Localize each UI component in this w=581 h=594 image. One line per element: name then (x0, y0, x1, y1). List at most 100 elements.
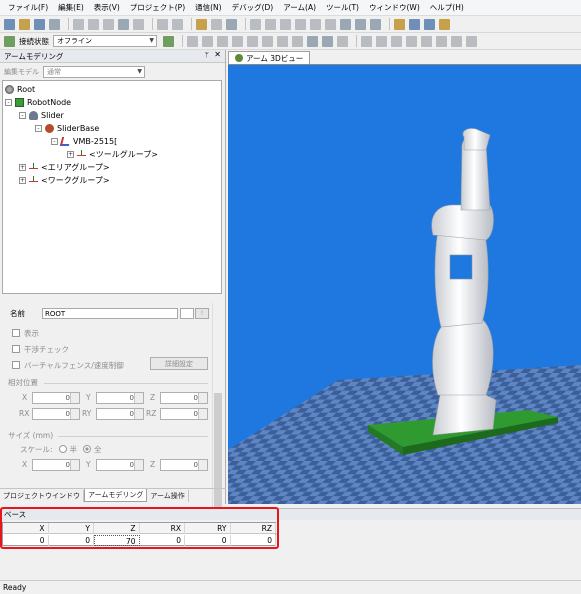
run-icon[interactable] (187, 35, 198, 47)
paste-icon[interactable] (103, 18, 114, 30)
view-e-icon[interactable] (421, 35, 432, 47)
view-a-icon[interactable] (361, 35, 372, 47)
connection-status-combo[interactable]: オフライン ▼ (53, 35, 157, 47)
menu-communication[interactable]: 通信(N) (195, 2, 221, 13)
close-icon[interactable]: ✕ (214, 50, 221, 59)
y-spinbox[interactable]: 0 (96, 392, 144, 404)
rx-spinbox[interactable]: 0 (32, 408, 80, 420)
virtual-fence-checkbox-row[interactable]: バーチャルフェンス/速度制御 (12, 359, 124, 371)
pin-icon[interactable]: ᛘ (205, 51, 209, 59)
show-checkbox[interactable] (12, 329, 20, 337)
size-y-spinbox[interactable]: 0 (96, 459, 144, 471)
step-over-icon[interactable] (262, 35, 273, 47)
new-file-icon[interactable] (4, 18, 15, 30)
x-spinbox[interactable]: 0 (32, 392, 80, 404)
tab-arm-operation[interactable]: アーム操作 (147, 490, 189, 502)
cell-y[interactable]: 0 (49, 535, 94, 546)
cut-icon[interactable] (73, 18, 84, 30)
copy-icon[interactable] (88, 18, 99, 30)
full-radio[interactable] (83, 445, 92, 453)
view-d-icon[interactable] (406, 35, 417, 47)
cell-rx[interactable]: 0 (140, 535, 185, 546)
view-g-icon[interactable] (451, 35, 462, 47)
reset-icon[interactable] (292, 35, 303, 47)
outdent-icon[interactable] (280, 18, 291, 30)
build-icon[interactable] (196, 18, 207, 30)
show-checkbox-row[interactable]: 表示 (12, 327, 39, 339)
rz-spinbox[interactable]: 0 (160, 408, 208, 420)
virtual-fence-checkbox[interactable] (12, 361, 20, 369)
view-c-icon[interactable] (391, 35, 402, 47)
tab-project-window[interactable]: プロジェクトウインドウ (0, 490, 84, 502)
view-h-icon[interactable] (466, 35, 477, 47)
tree-node-work-group[interactable]: + <ワークグループ> (19, 174, 110, 186)
interference-checkbox-row[interactable]: 干渉チェック (12, 343, 69, 355)
cell-ry[interactable]: 0 (185, 535, 231, 546)
find-icon[interactable] (133, 18, 144, 30)
menu-file[interactable]: ファイル(F) (8, 2, 48, 13)
compile-icon[interactable] (211, 18, 222, 30)
tree-node-area-group[interactable]: + <エリアグループ> (19, 161, 110, 173)
expand-icon[interactable]: + (19, 163, 26, 171)
delete-icon[interactable] (118, 18, 129, 30)
tool-b-icon[interactable] (439, 18, 450, 30)
name-field[interactable]: ROOT (42, 308, 178, 319)
step-into-icon[interactable] (247, 35, 258, 47)
cell-x[interactable]: 0 (3, 535, 49, 546)
option-button[interactable]: ! (195, 308, 209, 319)
align-right-icon[interactable] (310, 18, 321, 30)
menu-window[interactable]: ウィンドウ(W) (369, 2, 420, 13)
tree-node-tool-group[interactable]: + <ツールグループ> (67, 148, 158, 160)
step-out-icon[interactable] (277, 35, 288, 47)
view-f-icon[interactable] (436, 35, 447, 47)
size-z-spinbox[interactable]: 0 (160, 459, 208, 471)
indent-icon[interactable] (265, 18, 276, 30)
open-folder-icon[interactable] (19, 18, 30, 30)
pointer-icon[interactable] (322, 35, 333, 47)
tree-node-robotnode[interactable]: - RobotNode (5, 96, 71, 108)
menu-arm[interactable]: アーム(A) (283, 2, 316, 13)
tool-a-icon[interactable] (424, 18, 435, 30)
menu-help[interactable]: ヘルプ(H) (430, 2, 464, 13)
tab-arm-modeling[interactable]: アームモデリング (84, 489, 148, 502)
comment-icon[interactable] (250, 18, 261, 30)
align-left-icon[interactable] (295, 18, 306, 30)
undo-icon[interactable] (157, 18, 168, 30)
interference-checkbox[interactable] (12, 345, 20, 353)
expand-icon[interactable]: + (67, 150, 74, 158)
ry-spinbox[interactable]: 0 (96, 408, 144, 420)
step-icon[interactable] (202, 35, 213, 47)
bookmark-clear-icon[interactable] (370, 18, 381, 30)
view-b-icon[interactable] (376, 35, 387, 47)
tree-node-slider[interactable]: - Slider (19, 109, 64, 121)
collapse-icon[interactable]: - (35, 124, 42, 132)
tree-node-sliderbase[interactable]: - SliderBase (35, 122, 99, 134)
collapse-icon[interactable]: - (19, 111, 26, 119)
connect-icon[interactable] (163, 35, 174, 47)
menu-project[interactable]: プロジェクト(P) (130, 2, 185, 13)
menu-edit[interactable]: 編集(E) (58, 2, 84, 13)
jog-icon[interactable] (337, 35, 348, 47)
cell-rz[interactable]: 0 (231, 535, 276, 546)
edit-mode-combo[interactable]: 通常 ▼ (43, 65, 145, 78)
save-all-icon[interactable] (49, 18, 60, 30)
collapse-icon[interactable]: - (5, 98, 12, 106)
cell-z[interactable]: 70 (94, 535, 140, 546)
expand-icon[interactable]: + (19, 176, 26, 184)
robot-icon[interactable] (307, 35, 318, 47)
arm-3d-viewport[interactable] (228, 64, 581, 504)
break-icon[interactable] (217, 35, 228, 47)
detail-settings-button[interactable]: 詳細設定 (150, 357, 208, 370)
menu-debug[interactable]: デバッグ(D) (232, 2, 274, 13)
half-radio[interactable] (58, 445, 67, 453)
tree-node-vmb[interactable]: - VMB-2515[ (51, 135, 117, 147)
color-button[interactable] (180, 308, 194, 319)
save-icon[interactable] (34, 18, 45, 30)
connection-icon[interactable] (4, 35, 15, 47)
redo-icon[interactable] (172, 18, 183, 30)
window-icon[interactable] (394, 18, 405, 30)
z-spinbox[interactable]: 0 (160, 392, 208, 404)
transfer-icon[interactable] (226, 18, 237, 30)
tab-arm-3d-view[interactable]: アーム 3Dビュー (228, 51, 311, 64)
collapse-icon[interactable]: - (51, 137, 58, 145)
